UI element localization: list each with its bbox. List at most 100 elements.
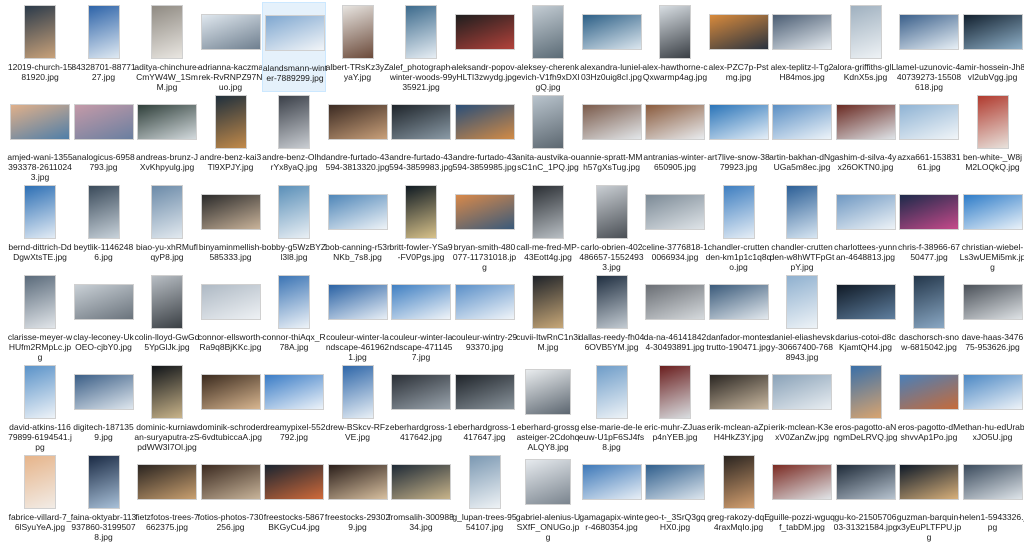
file-item[interactable]: chandler-cruttenden-w8hWTFpGtpY.jpg (770, 182, 834, 272)
file-item[interactable]: ben-white-_W8jM2LOQkQ.jpg (961, 92, 1024, 182)
file-item[interactable]: couleur-winter-landscape-4711457.jpg (389, 272, 453, 362)
file-item[interactable]: eros-pagotto-dMshvvAp1Po.jpg (897, 362, 961, 452)
file-item[interactable]: carlo-obrien-402486657-15524933.jpg (579, 182, 644, 272)
file-item[interactable]: dominik-schroder-6vdtubiccaA.jpg (198, 362, 263, 452)
file-item[interactable]: call-me-fred-MP-43Eott4g.jpg (516, 182, 580, 272)
file-item[interactable]: fietzfotos-trees-7662375.jpg (135, 452, 199, 542)
file-item[interactable]: dallas-reedy-fh046OVB5YM.jpg (579, 272, 644, 362)
file-item[interactable]: alandsmann-winter-7889299.jpg (262, 2, 327, 92)
file-item[interactable]: alef_photograph-winter-woods-9935921.jpg (389, 2, 453, 92)
file-item[interactable]: david-atkins-11679899-6194541.jpg (8, 362, 72, 452)
file-item[interactable]: connor-thiAqx_R78A.jpg (262, 272, 326, 362)
file-item[interactable]: clay-leconey-UkOEO-cjbY0.jpg (72, 272, 136, 362)
file-item[interactable]: guzman-barquin-x3yEuPLTFPU.jpg (897, 452, 961, 542)
file-item[interactable]: andreas-brunz-JXvKhpyulg.jpg (135, 92, 199, 182)
file-item[interactable]: alex-PZC7p-Pstmg.jpg (707, 2, 771, 92)
file-item[interactable]: alex-hawthorne-cQxwarmp4ag.jpg (642, 2, 708, 92)
file-item[interactable]: binyaminmellish-585333.jpg (199, 182, 263, 272)
file-item[interactable]: daschorsch-snow-6815042.jpg (897, 272, 961, 362)
file-item[interactable]: couleur-wintry-2993370.jpg (452, 272, 517, 362)
file-item[interactable]: charlottees-yunnan-4648813.jpg (834, 182, 898, 272)
file-item[interactable]: dave-haas-347675-953626.jpg (961, 272, 1024, 362)
file-item[interactable]: aleksey-cherenkevich-V1fh9xDXlgQ.jpg (516, 2, 580, 92)
file-item[interactable]: celine-3776818-10066934.jpg (642, 182, 708, 272)
file-item[interactable]: albert-TRsKz3yZyaY.jpg (326, 2, 390, 92)
file-name-label: colin-lloyd-GwGd5YpGlJk.jpg (134, 332, 200, 352)
file-item[interactable]: adrianna-kaczmarek-RvRNPZ97Nuo.jpg (198, 2, 263, 92)
file-item[interactable]: colin-lloyd-GwGd5YpGlJk.jpg (135, 272, 199, 362)
file-item[interactable]: dominic-kurniawan-suryaputra-zSpdWW3I7Ol… (134, 362, 200, 452)
file-item[interactable]: freestocks-293029.jpg (325, 452, 390, 542)
file-item[interactable]: cuvii-ItwRnC1n3iM.jpg (516, 272, 580, 362)
file-item[interactable]: g_lupan-trees-9554107.jpg (452, 452, 517, 542)
file-item[interactable]: amjed-wani-1355393378-26110243.jpg (7, 92, 73, 182)
file-item[interactable]: eberhardgross-1417647.jpg (453, 362, 517, 452)
file-item[interactable]: andre-furtado-43594-3813320.jpg (326, 92, 390, 182)
file-item[interactable]: freestocks-5867BKGyCu4.jpg (262, 452, 326, 542)
file-item[interactable]: bryan-smith-480077-11731018.jpg (453, 182, 517, 272)
file-name-label: alex-teplitz-l-Tg2H84mos.jpg (770, 62, 834, 82)
thumbnail-frame (262, 362, 326, 422)
file-item[interactable]: azxa661-15383161.jpg (897, 92, 961, 182)
file-item[interactable]: artin-bakhan-dNgUGa5m8ec.jpg (769, 92, 835, 182)
file-item[interactable]: anita-austvika-ousC1nC_1PQ.jpg (516, 92, 580, 182)
file-item[interactable]: helen1-5943326.jpg (960, 452, 1024, 542)
file-item[interactable]: beytlik-11462486.jpg (72, 182, 136, 272)
file-item[interactable]: annie-spratt-MMh57gXsTug.jpg (580, 92, 644, 182)
file-item[interactable]: 12019-church-1581920.jpg (8, 2, 72, 92)
file-item[interactable]: ethan-hu-edUrabxJO5U.jpg (960, 362, 1024, 452)
file-item[interactable]: greg-rakozy-dqE4raxMqIo.jpg (707, 452, 771, 542)
file-item[interactable]: gamagapix-winter-4680354.jpg (579, 452, 644, 542)
file-item[interactable]: andre-furtado-43594-3859983.jpg (389, 92, 453, 182)
file-item[interactable]: fromsalih-30098834.jpg (388, 452, 454, 542)
file-item[interactable]: alex-teplitz-l-Tg2H84mos.jpg (770, 2, 834, 92)
file-item[interactable]: andre-furtado-43594-3859985.jpg (453, 92, 517, 182)
file-item[interactable]: art7live-snow-3879923.jpg (707, 92, 771, 182)
file-item[interactable]: gu-ko-2150570603-31321584.jpg (834, 452, 898, 542)
file-item[interactable]: amel-uzunovic-440739273-15508618.jpg (897, 2, 961, 92)
file-item[interactable]: christian-wiebel-Ls3wUEMi5mk.jpg (960, 182, 1024, 272)
file-item[interactable]: aditya-chinchure-CmYW4W_1SmM.jpg (134, 2, 200, 92)
file-item[interactable]: else-marie-de-leeuw-U1pF6SJ4fs8.jpg (579, 362, 644, 452)
file-item[interactable]: amir-hossein-Jh8vI2ubVgg.jpg (960, 2, 1024, 92)
file-item[interactable]: analogicus-6958793.jpg (72, 92, 136, 182)
file-item[interactable]: drew-BSkcv-RFzVE.jpg (326, 362, 390, 452)
file-item[interactable]: fotios-photos-730256.jpg (198, 452, 263, 542)
file-item[interactable]: geo-t-_3SrQ3gqHX0.jpg (643, 452, 707, 542)
file-item[interactable]: gabriel-alenius-USXfF_ONUGo.jpg (516, 452, 580, 542)
file-item[interactable]: erik-mclean-aZpiH4HkZ3Y.jpg (707, 362, 771, 452)
file-item[interactable]: danfador-montestrutto-190471.jpg (706, 272, 771, 362)
file-item[interactable]: antranias-winter-650905.jpg (643, 92, 707, 182)
file-item[interactable]: faina-oktyabr-113937860-31995078.jpg (71, 452, 136, 542)
image-thumbnail (87, 455, 120, 509)
file-item[interactable]: britt-fowler-YSa9-FV0Pgs.jpg (389, 182, 453, 272)
file-item[interactable]: biao-yu-xhRMuflqyP8.jpg (135, 182, 199, 272)
file-item[interactable]: eros-pagotto-aNngmDeLRVQ.jpg (833, 362, 898, 452)
file-item[interactable]: bob-canning-r53rNKb_7s8.jpg (325, 182, 390, 272)
file-item[interactable]: chandler-cruttenden-km1p1c1q8qo.jpg (706, 182, 771, 272)
file-item[interactable]: andre-benz-kai3Tl9XPJY.jpg (199, 92, 263, 182)
file-item[interactable]: chris-f-38966-6750477.jpg (897, 182, 961, 272)
file-item[interactable]: eberhard-grossgasteiger-2CdohqALQY8.jpg (516, 362, 580, 452)
file-item[interactable]: aleksandr-popov-yHLTI3zwydg.jpg (452, 2, 517, 92)
file-item[interactable]: bernd-dittrich-DdDgwXtsTE.jpg (8, 182, 72, 272)
file-item[interactable]: eberhardgross-1417642.jpg (389, 362, 453, 452)
file-item[interactable]: dreamypixel-552792.jpg (262, 362, 326, 452)
file-item[interactable]: alora-griffiths-glLlKdnX5s.jpg (833, 2, 898, 92)
file-item[interactable]: andre-benz-OlhdrYx8yaQ.jpg (262, 92, 326, 182)
file-item[interactable]: 84328701-8877127.jpg (71, 2, 136, 92)
file-item[interactable]: erik-mclean-K3exV0ZanZw.jpg (770, 362, 834, 452)
file-item[interactable]: darius-cotoi-d8cKjamtQH4.jpg (834, 272, 898, 362)
file-item[interactable]: alexandra-luniel-03Hz0uig8cI.jpg (580, 2, 644, 92)
file-item[interactable]: guille-pozzi-wguqf_tabDM.jpg (769, 452, 835, 542)
file-item[interactable]: clarisse-meyer-wHUfm2RMpLc.jpg (8, 272, 72, 362)
file-item[interactable]: fabrice-villard-7_6lSyuYeA.jpg (8, 452, 72, 542)
file-item[interactable]: ashim-d-silva-4yx26OKTN0.jpg (834, 92, 898, 182)
file-item[interactable]: bobby-g5WzBYZl3l8.jpg (262, 182, 326, 272)
file-item[interactable]: daniel-eliashevsky-30667400-7688943.jpg (769, 272, 835, 362)
file-item[interactable]: connor-ellsworth-Ra9q8BjKKc.jpg (198, 272, 263, 362)
file-item[interactable]: digitech-1871359.jpg (72, 362, 136, 452)
file-item[interactable]: eric-muhr-ZJuasp4nYEB.jpg (643, 362, 707, 452)
file-item[interactable]: da-na-461418424-30493891.jpg (643, 272, 707, 362)
file-item[interactable]: couleur-winter-landscape-4619621.jpg (326, 272, 390, 362)
